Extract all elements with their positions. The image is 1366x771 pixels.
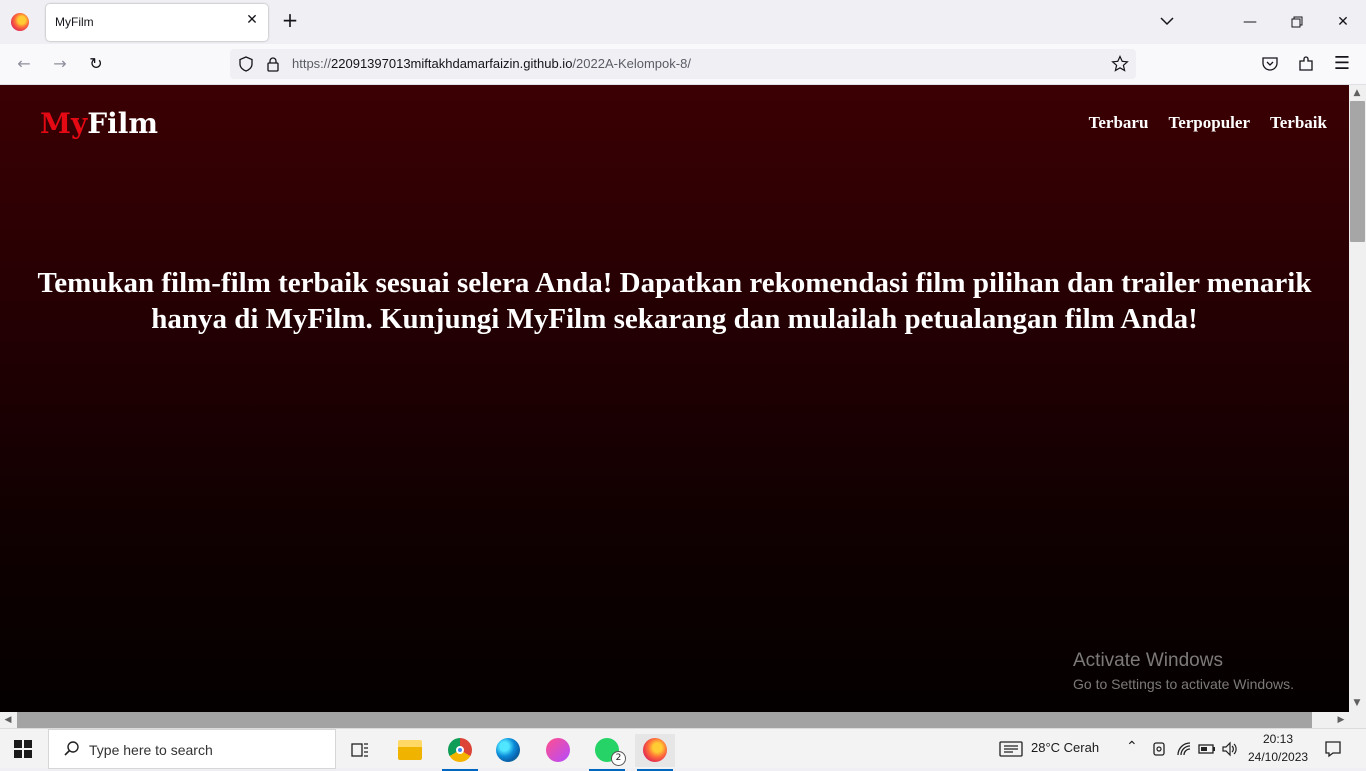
nav-link-terbaru[interactable]: Terbaru: [1089, 113, 1149, 133]
browser-tab[interactable]: MyFilm ✕: [46, 4, 268, 41]
notification-badge: 2: [611, 751, 626, 766]
wifi-icon[interactable]: [1176, 741, 1194, 757]
bookmark-star-icon[interactable]: [1111, 55, 1129, 73]
tab-close-icon[interactable]: ✕: [244, 12, 260, 28]
firefox-button[interactable]: [635, 734, 675, 771]
url-bar[interactable]: https://22091397013miftakhdamarfaizin.gi…: [230, 49, 1136, 79]
volume-icon[interactable]: [1221, 741, 1239, 757]
scroll-right-icon[interactable]: ▶: [1333, 712, 1349, 728]
pocket-icon[interactable]: [1261, 55, 1279, 73]
logo-my: My: [40, 107, 88, 140]
browser-nav-bar: ← → ↻ https://22091397013miftakhdamarfai…: [0, 44, 1366, 85]
search-placeholder: Type here to search: [89, 742, 213, 758]
scroll-down-icon[interactable]: ▼: [1349, 695, 1365, 711]
nav-link-terbaik[interactable]: Terbaik: [1270, 113, 1327, 133]
logo-film: Film: [87, 107, 159, 140]
edge-icon: [496, 738, 520, 762]
taskbar-search-box[interactable]: Type here to search: [48, 729, 336, 769]
windows-start-icon[interactable]: [14, 740, 32, 758]
wps-office-icon: [546, 738, 570, 762]
nav-link-terpopuler[interactable]: Terpopuler: [1168, 113, 1250, 133]
minimize-icon[interactable]: —: [1238, 10, 1262, 34]
site-logo[interactable]: MyFilm: [40, 107, 158, 140]
whatsapp-button[interactable]: 2: [587, 734, 627, 771]
task-view-icon: [351, 743, 368, 757]
reload-icon[interactable]: ↻: [85, 53, 107, 75]
vertical-scroll-thumb[interactable]: [1350, 101, 1365, 242]
url-prefix: https://: [292, 56, 332, 71]
browser-tab-bar: MyFilm ✕ + — ✕: [0, 0, 1366, 44]
scroll-up-icon[interactable]: ▲: [1349, 85, 1365, 101]
firefox-taskbar-icon: [643, 738, 667, 762]
lock-icon[interactable]: [266, 56, 280, 72]
firefox-icon[interactable]: [11, 13, 29, 31]
tab-title: MyFilm: [55, 15, 94, 29]
clock-time[interactable]: 20:13: [1263, 732, 1293, 746]
battery-icon[interactable]: [1198, 742, 1216, 756]
windows-taskbar: Type here to search 2 28°C Cerah ⌃ 20:13…: [0, 728, 1366, 771]
chevron-down-icon[interactable]: [1158, 12, 1176, 30]
tray-chevron-up-icon[interactable]: ⌃: [1126, 738, 1138, 755]
horizontal-scroll-thumb[interactable]: [17, 712, 1312, 728]
url-host: 22091397013miftakhdamarfaizin.github.io: [331, 56, 573, 71]
watermark-subtitle: Go to Settings to activate Windows.: [1073, 676, 1294, 692]
restore-icon[interactable]: [1285, 10, 1309, 34]
folder-icon: [398, 740, 422, 760]
task-view-button[interactable]: [340, 734, 380, 767]
shield-icon[interactable]: [238, 56, 254, 72]
weather-icon[interactable]: [999, 740, 1023, 758]
watermark-title: Activate Windows: [1073, 650, 1223, 671]
chrome-button[interactable]: [440, 734, 480, 771]
site-nav: Terbaru Terpopuler Terbaik: [1089, 113, 1327, 133]
meet-now-icon[interactable]: [1151, 741, 1167, 757]
wps-office-button[interactable]: [538, 734, 578, 767]
hero-text: Temukan film-film terbaik sesuai selera …: [37, 267, 1312, 335]
file-explorer-button[interactable]: [390, 734, 430, 767]
page-viewport: MyFilm Terbaru Terpopuler Terbaik Temuka…: [0, 85, 1349, 712]
forward-arrow-icon[interactable]: →: [49, 53, 71, 75]
url-path: /2022A-Kelompok-8/: [572, 56, 691, 71]
url-text[interactable]: https://22091397013miftakhdamarfaizin.gi…: [292, 56, 691, 71]
clock-date[interactable]: 24/10/2023: [1248, 750, 1308, 764]
menu-icon[interactable]: ☰: [1331, 53, 1353, 75]
search-icon: [64, 741, 79, 756]
notification-center-icon[interactable]: [1324, 740, 1342, 758]
edge-button[interactable]: [488, 734, 528, 767]
window-close-icon[interactable]: ✕: [1331, 10, 1355, 34]
new-tab-button[interactable]: +: [280, 10, 300, 30]
scroll-left-icon[interactable]: ◀: [0, 712, 16, 728]
back-arrow-icon[interactable]: ←: [13, 53, 35, 75]
weather-text[interactable]: 28°C Cerah: [1031, 740, 1099, 755]
windows-activation-watermark: Activate Windows Go to Settings to activ…: [1073, 650, 1294, 692]
extensions-icon[interactable]: [1297, 55, 1315, 73]
